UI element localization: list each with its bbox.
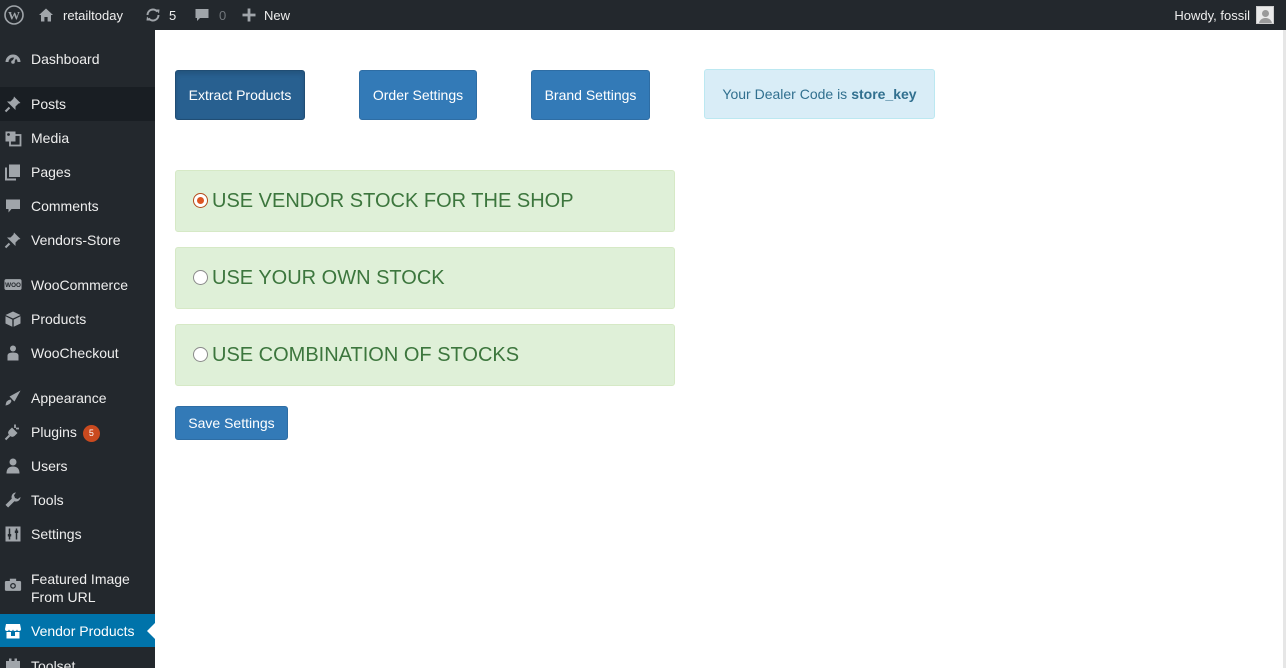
- sidebar-item-toolset[interactable]: Toolset: [0, 649, 155, 668]
- pages-icon: [4, 163, 22, 181]
- svg-text:W: W: [8, 9, 20, 23]
- sidebar-item-label: Pages: [31, 164, 71, 180]
- sidebar-item-label: Vendor Products: [31, 622, 135, 639]
- sidebar-item-media[interactable]: Media: [0, 121, 155, 155]
- media-icon: [4, 129, 22, 147]
- sidebar-item-pages[interactable]: Pages: [0, 155, 155, 189]
- pin-icon: [4, 231, 22, 249]
- dealer-code-notice: Your Dealer Code is store_key: [704, 69, 935, 119]
- updates-link[interactable]: 5: [145, 0, 176, 30]
- comments-count: 0: [219, 7, 227, 23]
- sidebar-item-label: Settings: [31, 526, 82, 542]
- sidebar-item-label: WooCommerce: [31, 277, 128, 293]
- camera-icon: [4, 576, 22, 594]
- new-label: New: [264, 7, 291, 23]
- box-icon: [4, 310, 22, 328]
- woocommerce-icon: WOO: [4, 276, 22, 294]
- sidebar-item-woocheckout[interactable]: WooCheckout: [0, 336, 155, 370]
- plus-icon: [242, 8, 256, 22]
- sidebar-item-label: Media: [31, 130, 70, 146]
- avatar: [1256, 6, 1274, 24]
- sidebar-item-vendors-store[interactable]: Vendors-Store: [0, 223, 155, 257]
- sidebar-item-woocommerce[interactable]: WOO WooCommerce: [0, 268, 155, 302]
- admin-bar: W retailtoday 5 0 New Howdy, fossil: [0, 0, 1286, 30]
- stock-option-label: USE COMBINATION OF STOCKS: [212, 344, 520, 366]
- sidebar-item-label: Plugins 5: [31, 423, 100, 442]
- stock-option-combination[interactable]: USE COMBINATION OF STOCKS: [175, 324, 675, 386]
- plug-icon: [4, 423, 22, 441]
- sidebar-item-label: Appearance: [31, 390, 107, 406]
- sidebar-item-settings[interactable]: Settings: [0, 517, 155, 551]
- sidebar-item-users[interactable]: Users: [0, 449, 155, 483]
- stock-option-vendor-radio[interactable]: [193, 193, 208, 208]
- sidebar-item-posts[interactable]: Posts: [0, 87, 155, 121]
- sidebar-item-label: Dashboard: [31, 51, 100, 67]
- stock-option-vendor[interactable]: USE VENDOR STOCK FOR THE SHOP: [175, 170, 675, 232]
- refresh-icon: [146, 8, 160, 22]
- account-menu[interactable]: Howdy, fossil: [1174, 0, 1274, 30]
- sidebar-item-label: Tools: [31, 492, 64, 508]
- pin-icon: [4, 95, 22, 113]
- sidebar-item-label: Comments: [31, 198, 99, 214]
- wrench-icon: [4, 491, 22, 509]
- comment-icon: [195, 9, 209, 21]
- tab-order-settings[interactable]: Order Settings: [359, 70, 477, 120]
- sidebar-item-comments[interactable]: Comments: [0, 189, 155, 223]
- dealer-code-prefix: Your Dealer Code is: [722, 86, 848, 102]
- updates-count: 5: [169, 7, 177, 23]
- sidebar-item-tools[interactable]: Tools: [0, 483, 155, 517]
- sidebar-item-label: Plugins: [31, 423, 77, 440]
- sidebar-item-label: Users: [31, 458, 68, 474]
- sidebar-item-dashboard[interactable]: Dashboard: [0, 41, 155, 77]
- new-content-link[interactable]: New: [242, 0, 290, 30]
- stock-option-own[interactable]: USE YOUR OWN STOCK: [175, 247, 675, 309]
- sidebar-item-label: Toolset: [31, 658, 76, 668]
- site-name-link[interactable]: retailtoday: [38, 0, 123, 30]
- stock-option-label: USE YOUR OWN STOCK: [212, 267, 445, 289]
- sidebar-item-plugins[interactable]: Plugins 5: [0, 415, 155, 449]
- sidebar-item-label: Vendors-Store: [31, 232, 121, 248]
- stock-option-combination-radio[interactable]: [193, 347, 208, 362]
- sidebar-item-appearance[interactable]: Appearance: [0, 381, 155, 415]
- store-icon: [4, 622, 22, 640]
- update-count-badge: 5: [82, 424, 100, 442]
- tab-brand-settings[interactable]: Brand Settings: [531, 70, 650, 120]
- user-icon: [4, 457, 22, 475]
- sidebar-item-label: WooCheckout: [31, 345, 119, 361]
- admin-sidebar: Dashboard Posts Media Pages Comments Ven…: [0, 30, 155, 668]
- stock-option-label: USE VENDOR STOCK FOR THE SHOP: [212, 190, 574, 212]
- sidebar-item-label: Products: [31, 311, 87, 327]
- tab-extract-products[interactable]: Extract Products: [175, 70, 305, 120]
- save-settings-button[interactable]: Save Settings: [175, 406, 288, 440]
- sidebar-item-vendor-products[interactable]: Vendor Products: [0, 614, 155, 647]
- comments-link[interactable]: 0: [194, 0, 226, 30]
- svg-text:WOO: WOO: [5, 282, 21, 289]
- site-name: retailtoday: [63, 7, 123, 23]
- dealer-code-value: store_key: [851, 86, 917, 102]
- toolset-icon: [4, 657, 22, 668]
- howdy-text: Howdy, fossil: [1174, 7, 1250, 23]
- home-icon: [39, 8, 53, 22]
- sidebar-item-label: Featured Image From URL: [31, 571, 130, 605]
- sidebar-item-products[interactable]: Products: [0, 302, 155, 336]
- dashboard-icon: [4, 50, 22, 68]
- sidebar-item-featured-image-from-url[interactable]: Featured Image From URL: [0, 564, 155, 608]
- sidebar-item-label: Posts: [31, 96, 67, 112]
- comment-icon: [4, 197, 22, 215]
- settings-icon: [4, 525, 22, 543]
- person-icon: [4, 344, 22, 362]
- wordpress-logo-icon[interactable]: W: [4, 0, 24, 30]
- stock-option-own-radio[interactable]: [193, 270, 208, 285]
- brush-icon: [4, 389, 22, 407]
